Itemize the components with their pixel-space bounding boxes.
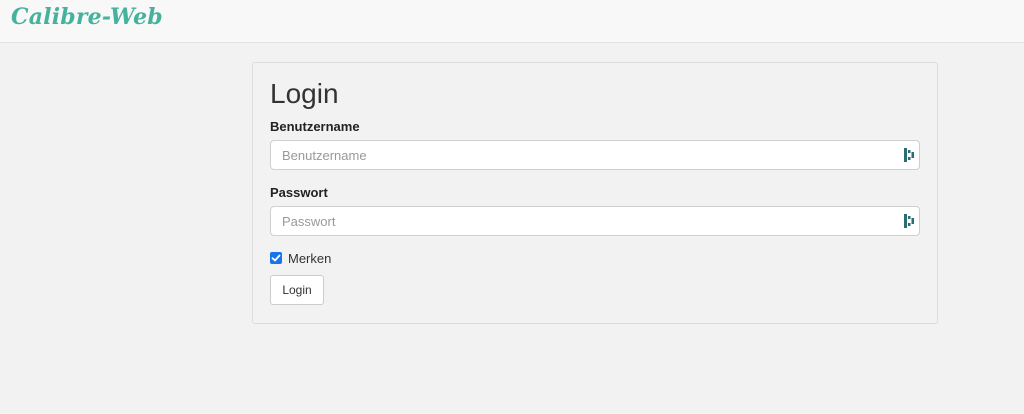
username-label: Benutzername: [270, 119, 360, 134]
password-label: Passwort: [270, 185, 328, 200]
username-field-wrapper: [270, 140, 920, 170]
username-input[interactable]: [271, 141, 891, 169]
top-navbar: Calibre-Web: [0, 0, 1024, 43]
login-button[interactable]: Login: [270, 275, 324, 305]
password-field-wrapper: [270, 206, 920, 236]
remember-me-label[interactable]: Merken: [288, 251, 331, 266]
login-panel: Login Benutzername Passwort Merken Login: [252, 62, 938, 324]
password-manager-icon[interactable]: [904, 214, 916, 228]
checkmark-icon: [271, 254, 281, 262]
brand-logo-link[interactable]: Calibre-Web: [11, 4, 163, 30]
remember-me-checkbox[interactable]: [270, 252, 282, 264]
password-input[interactable]: [271, 207, 891, 235]
password-manager-icon[interactable]: [904, 148, 916, 162]
login-title: Login: [270, 78, 339, 109]
